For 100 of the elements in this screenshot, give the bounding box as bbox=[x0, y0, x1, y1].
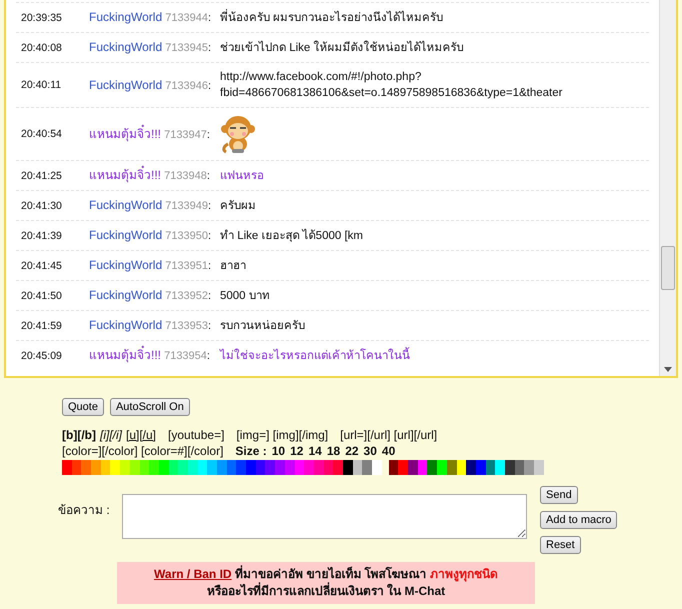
warn-ban-link[interactable]: Warn / Ban ID bbox=[154, 567, 232, 581]
color-swatch[interactable] bbox=[100, 460, 110, 475]
color-swatch[interactable] bbox=[217, 460, 227, 475]
username-link[interactable]: FuckingWorld bbox=[89, 288, 162, 302]
warning-banner: Warn / Ban ID ที่มาขอค่าอัพ ขายไอเท็ม โพสโฆษณา ภาพงูทุกชนิด หรืออะไรที่มีการแลกเปลี่ยนเงินตรา ใน M-Chat bbox=[117, 562, 535, 604]
username-link[interactable]: FuckingWorld bbox=[89, 78, 162, 92]
color-swatch[interactable] bbox=[188, 460, 198, 475]
autoscroll-button[interactable]: AutoScroll On bbox=[110, 398, 190, 416]
color-swatch[interactable] bbox=[265, 460, 276, 475]
send-button[interactable]: Send bbox=[540, 486, 578, 504]
message-id: 7133945 bbox=[165, 42, 208, 54]
color-swatch[interactable] bbox=[72, 460, 82, 475]
color-swatch[interactable] bbox=[246, 460, 256, 475]
bbcode-link[interactable]: [url=][/url] [url][/url] bbox=[340, 427, 438, 443]
bbcode-link[interactable]: [youtube=] bbox=[168, 427, 224, 443]
username-link[interactable]: แหนมตุ้มจิ๋ว!!! bbox=[89, 126, 162, 140]
bbcode-link[interactable]: [color=][/color] [color=#][/color] bbox=[62, 443, 224, 459]
color-swatch[interactable] bbox=[495, 460, 505, 475]
bbcode-link[interactable]: [u][/u] bbox=[126, 427, 156, 443]
message-id: 7133951 bbox=[165, 260, 208, 272]
color-swatch[interactable] bbox=[362, 460, 372, 475]
color-swatch[interactable] bbox=[342, 460, 353, 475]
username-link[interactable]: FuckingWorld bbox=[89, 198, 162, 212]
color-swatch[interactable] bbox=[314, 460, 324, 475]
add-to-macro-button[interactable]: Add to macro bbox=[540, 511, 618, 529]
color-swatch[interactable] bbox=[437, 460, 447, 475]
color-swatch[interactable] bbox=[534, 460, 544, 475]
separator-colon: : bbox=[208, 290, 212, 302]
message-id: 7133947 bbox=[164, 128, 207, 140]
color-swatch[interactable] bbox=[62, 460, 72, 475]
color-swatch[interactable] bbox=[178, 460, 188, 475]
username-link[interactable]: FuckingWorld bbox=[89, 228, 162, 242]
color-swatch[interactable] bbox=[333, 460, 343, 475]
color-swatch[interactable] bbox=[149, 460, 159, 475]
bbcode-link[interactable]: 10 bbox=[272, 443, 286, 459]
username-link[interactable]: FuckingWorld bbox=[89, 258, 162, 272]
color-swatch[interactable] bbox=[198, 460, 208, 475]
color-swatch[interactable] bbox=[466, 460, 476, 475]
color-swatch[interactable] bbox=[207, 460, 217, 475]
message-time: 20:41:39 bbox=[21, 228, 63, 244]
color-swatch[interactable] bbox=[398, 460, 408, 475]
username-link[interactable]: แหนมตุ้มจิ๋ว!!! bbox=[89, 348, 162, 362]
bbcode-link[interactable]: 40 bbox=[382, 443, 396, 459]
color-swatch[interactable] bbox=[476, 460, 486, 475]
message-time: 20:39:35 bbox=[21, 10, 63, 26]
scrollbar[interactable] bbox=[659, 0, 676, 376]
color-swatch[interactable] bbox=[408, 460, 418, 475]
username-link[interactable]: FuckingWorld bbox=[89, 318, 162, 332]
bbcode-link[interactable]: [img=] [img][/img] bbox=[236, 427, 328, 443]
color-swatch[interactable] bbox=[81, 460, 92, 475]
reset-button[interactable]: Reset bbox=[540, 536, 581, 554]
color-swatch[interactable] bbox=[130, 460, 140, 475]
color-swatch[interactable] bbox=[418, 460, 428, 475]
message-text: แฟนหรอ bbox=[220, 168, 265, 184]
color-swatch[interactable] bbox=[120, 460, 130, 475]
color-swatch[interactable] bbox=[456, 460, 466, 475]
color-swatch[interactable] bbox=[284, 460, 294, 475]
bbcode-link[interactable]: 14 bbox=[308, 443, 322, 459]
message-field[interactable] bbox=[122, 494, 527, 539]
scroll-down-icon[interactable] bbox=[664, 367, 672, 372]
color-swatch[interactable] bbox=[158, 460, 169, 475]
color-swatch[interactable] bbox=[294, 460, 304, 475]
scroll-thumb[interactable] bbox=[661, 246, 675, 290]
username-link[interactable]: แหนมตุ้มจิ๋ว!!! bbox=[89, 168, 162, 182]
quote-button[interactable]: Quote bbox=[62, 398, 104, 416]
color-swatch[interactable] bbox=[256, 460, 266, 475]
color-swatch[interactable] bbox=[352, 460, 362, 475]
color-swatch[interactable] bbox=[324, 460, 334, 475]
color-swatch[interactable] bbox=[140, 460, 150, 475]
bbcode-link[interactable]: 18 bbox=[326, 443, 340, 459]
message-id: 7133950 bbox=[165, 230, 208, 242]
color-swatch[interactable] bbox=[110, 460, 120, 475]
message-id: 7133954 bbox=[164, 350, 207, 362]
bbcode-link[interactable]: Size : bbox=[235, 443, 267, 459]
bbcode-link[interactable]: 30 bbox=[364, 443, 377, 459]
message-text: ครับผม bbox=[220, 198, 257, 214]
color-swatch[interactable] bbox=[304, 460, 314, 475]
color-swatch[interactable] bbox=[427, 460, 438, 475]
color-swatch[interactable] bbox=[236, 460, 246, 475]
bbcode-link[interactable]: 12 bbox=[290, 443, 304, 459]
separator-colon: : bbox=[206, 170, 210, 182]
color-swatch[interactable] bbox=[524, 460, 534, 475]
color-swatch[interactable] bbox=[168, 460, 178, 475]
username-link[interactable]: FuckingWorld bbox=[89, 40, 162, 54]
color-swatch[interactable] bbox=[91, 460, 101, 475]
separator-colon: : bbox=[208, 260, 212, 272]
bbcode-link[interactable]: [b][/b] bbox=[62, 427, 96, 443]
message-id: 7133946 bbox=[165, 80, 208, 92]
color-swatch[interactable] bbox=[275, 460, 285, 475]
color-swatch[interactable] bbox=[388, 460, 398, 475]
color-swatch[interactable] bbox=[226, 460, 236, 475]
color-swatch[interactable] bbox=[372, 460, 382, 475]
color-swatch[interactable] bbox=[514, 460, 524, 475]
bbcode-link[interactable]: 22 bbox=[345, 443, 359, 459]
color-swatch[interactable] bbox=[446, 460, 456, 475]
message-text: ทำ Like เยอะสุด ได้5000 [km bbox=[220, 228, 364, 244]
color-swatch[interactable] bbox=[504, 460, 515, 475]
color-swatch[interactable] bbox=[486, 460, 496, 475]
bbcode-link[interactable]: [i][/i] bbox=[100, 427, 122, 443]
username-link[interactable]: FuckingWorld bbox=[89, 10, 162, 24]
